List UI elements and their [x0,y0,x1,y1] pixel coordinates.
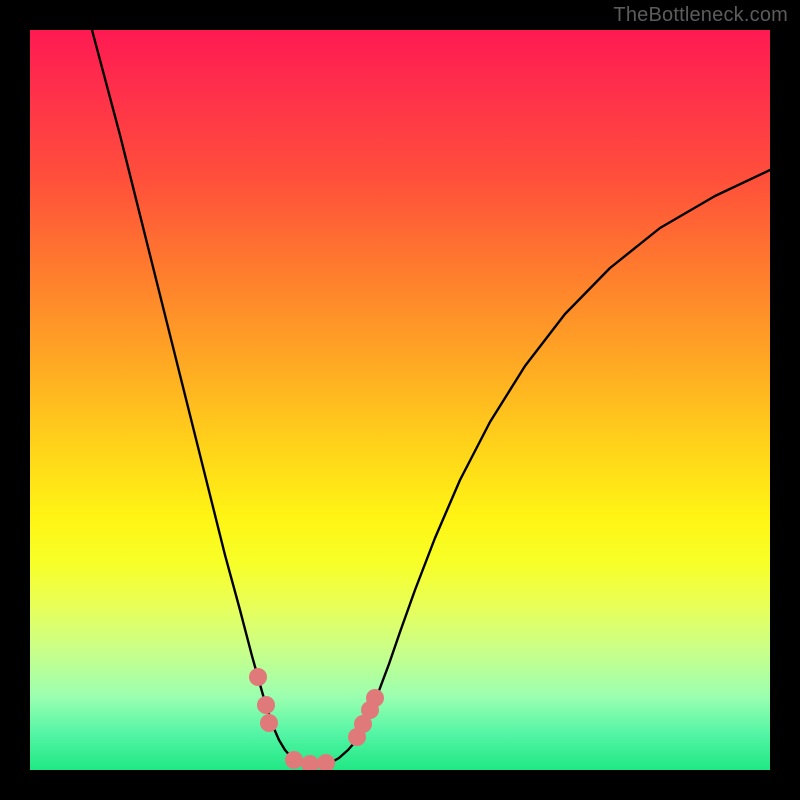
marker-group [249,668,384,770]
data-marker [317,754,335,770]
data-marker [257,696,275,714]
chart-frame: TheBottleneck.com [0,0,800,800]
watermark-text: TheBottleneck.com [613,4,788,27]
data-marker [285,751,303,769]
data-marker [301,755,319,770]
data-marker [249,668,267,686]
plot-area [30,30,770,770]
data-marker [260,714,278,732]
curve-svg [30,30,770,770]
data-marker [366,689,384,707]
bottleneck-curve [92,30,770,766]
